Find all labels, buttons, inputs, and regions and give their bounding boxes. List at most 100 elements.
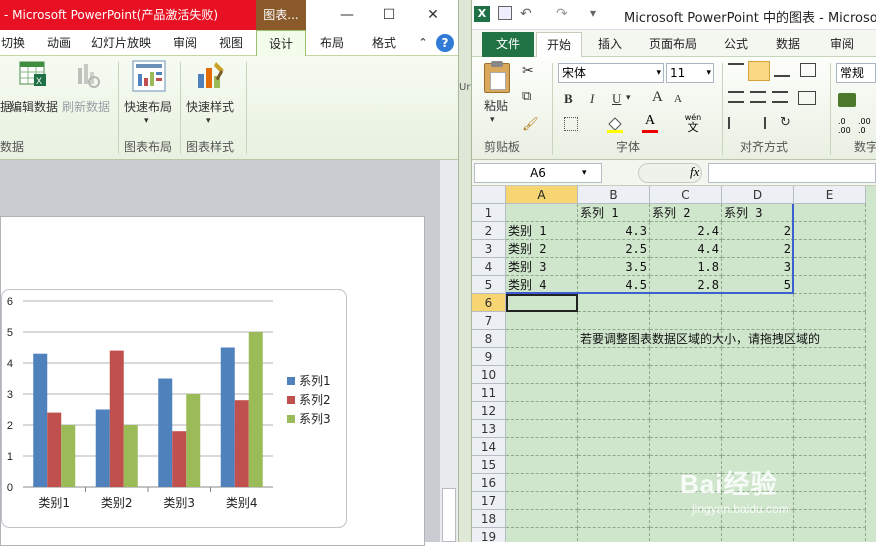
row-header-17[interactable]: 17	[472, 492, 506, 510]
bar-2-3[interactable]	[172, 431, 187, 487]
cell-a8[interactable]	[506, 330, 578, 348]
cell-e5[interactable]	[794, 276, 866, 294]
cell-c14[interactable]	[650, 438, 722, 456]
cell-d12[interactable]	[722, 402, 794, 420]
cell-b18[interactable]	[578, 510, 650, 528]
align-middle-icon[interactable]	[748, 61, 770, 81]
cell-d10[interactable]	[722, 366, 794, 384]
cell-d2[interactable]: 2	[722, 222, 794, 240]
row-header-4[interactable]: 4	[472, 258, 506, 276]
cell-d11[interactable]	[722, 384, 794, 402]
cell-a15[interactable]	[506, 456, 578, 474]
legend-label[interactable]: 系列2	[299, 393, 331, 407]
row-header-5[interactable]: 5	[472, 276, 506, 294]
row-header-19[interactable]: 19	[472, 528, 506, 542]
legend-label[interactable]: 系列1	[299, 374, 331, 388]
bar-3-2[interactable]	[123, 425, 138, 487]
quick-style-icon[interactable]	[194, 60, 228, 92]
tab-home[interactable]: 开始	[536, 32, 582, 57]
cell-a4[interactable]: 类别 3	[506, 258, 578, 276]
row-header-7[interactable]: 7	[472, 312, 506, 330]
bar-1-3[interactable]	[158, 378, 173, 488]
cell-c9[interactable]	[650, 348, 722, 366]
ppt-vertical-scrollbar[interactable]	[440, 160, 458, 542]
cell-b6[interactable]	[578, 294, 650, 312]
phonetic-icon[interactable]: wén 文	[682, 113, 704, 135]
collapse-ribbon-icon[interactable]: ⌃	[414, 30, 432, 56]
merge-center-icon[interactable]	[798, 91, 816, 105]
tab-animations[interactable]: 动画	[44, 30, 74, 56]
cell-a19[interactable]	[506, 528, 578, 542]
cell-c11[interactable]	[650, 384, 722, 402]
wrap-text-icon[interactable]: ↻	[780, 115, 791, 130]
cell-b13[interactable]	[578, 420, 650, 438]
cell-e16[interactable]	[794, 474, 866, 492]
cell-d14[interactable]	[722, 438, 794, 456]
italic-button[interactable]: I	[590, 91, 594, 107]
align-left-icon[interactable]	[728, 91, 744, 103]
edit-data-button[interactable]: 编辑数据	[10, 98, 58, 115]
cell-a18[interactable]	[506, 510, 578, 528]
cell-a6[interactable]	[506, 294, 578, 312]
font-size-select[interactable]: 11 ▾	[666, 63, 714, 83]
cell-a16[interactable]	[506, 474, 578, 492]
cell-c2[interactable]: 2.4	[650, 222, 722, 240]
quick-layout-dropdown-icon[interactable]: ▾	[144, 116, 149, 126]
column-header-b[interactable]: B	[578, 186, 650, 204]
cell-b3[interactable]: 2.5	[578, 240, 650, 258]
tab-page-layout[interactable]: 页面布局	[640, 32, 706, 57]
cell-a10[interactable]	[506, 366, 578, 384]
cell-e10[interactable]	[794, 366, 866, 384]
cell-d7[interactable]	[722, 312, 794, 330]
align-center-icon[interactable]	[750, 91, 766, 103]
formula-input[interactable]	[708, 163, 876, 183]
spreadsheet-grid[interactable]: A B C D E 1 系列 1 系列 2 系列 3 2 类别 1 4.3 2.4 2 3 类别 2 2.5 4.…	[472, 186, 876, 542]
bar-3-3[interactable]	[186, 394, 201, 487]
cell-a2[interactable]: 类别 1	[506, 222, 578, 240]
bar-2-2[interactable]	[109, 350, 124, 487]
cell-e4[interactable]	[794, 258, 866, 276]
cell-e6[interactable]	[794, 294, 866, 312]
maximize-icon[interactable]: ☐	[368, 0, 410, 30]
cell-d6[interactable]	[722, 294, 794, 312]
cell-e17[interactable]	[794, 492, 866, 510]
align-top-icon[interactable]	[728, 63, 744, 77]
cell-b15[interactable]	[578, 456, 650, 474]
text-orientation-icon[interactable]	[800, 63, 816, 77]
cell-c10[interactable]	[650, 366, 722, 384]
bar-1-2[interactable]	[95, 409, 110, 488]
row-header-8[interactable]: 8	[472, 330, 506, 348]
cell-b7[interactable]	[578, 312, 650, 330]
close-icon[interactable]: ✕	[412, 0, 454, 30]
underline-button[interactable]: U	[612, 91, 621, 107]
cell-b10[interactable]	[578, 366, 650, 384]
cell-d13[interactable]	[722, 420, 794, 438]
paste-button[interactable]: 粘贴	[484, 97, 508, 114]
column-header-d[interactable]: D	[722, 186, 794, 204]
tab-design[interactable]: 设计	[256, 30, 306, 57]
help-icon[interactable]: ?	[436, 34, 454, 52]
increase-decimal-icon[interactable]: .0.00	[838, 117, 851, 135]
cell-c6[interactable]	[650, 294, 722, 312]
cell-c7[interactable]	[650, 312, 722, 330]
tab-review[interactable]: 审阅	[822, 32, 862, 57]
row-header-12[interactable]: 12	[472, 402, 506, 420]
cell-a5[interactable]: 类别 4	[506, 276, 578, 294]
name-box-dropdown-icon[interactable]: ▾	[582, 163, 587, 183]
fill-color-icon[interactable]	[606, 115, 624, 133]
increase-indent-icon[interactable]	[750, 117, 766, 129]
row-header-10[interactable]: 10	[472, 366, 506, 384]
cell-e7[interactable]	[794, 312, 866, 330]
underline-dropdown-icon[interactable]: ▾	[626, 93, 631, 103]
cell-b16[interactable]	[578, 474, 650, 492]
bar-3-4[interactable]	[248, 332, 263, 487]
row-header-15[interactable]: 15	[472, 456, 506, 474]
cell-e2[interactable]	[794, 222, 866, 240]
row-header-9[interactable]: 9	[472, 348, 506, 366]
bold-button[interactable]: B	[564, 91, 573, 107]
shrink-font-button[interactable]: A	[674, 93, 682, 105]
cell-b12[interactable]	[578, 402, 650, 420]
cell-d3[interactable]: 2	[722, 240, 794, 258]
cell-e13[interactable]	[794, 420, 866, 438]
cell-b2[interactable]: 4.3	[578, 222, 650, 240]
